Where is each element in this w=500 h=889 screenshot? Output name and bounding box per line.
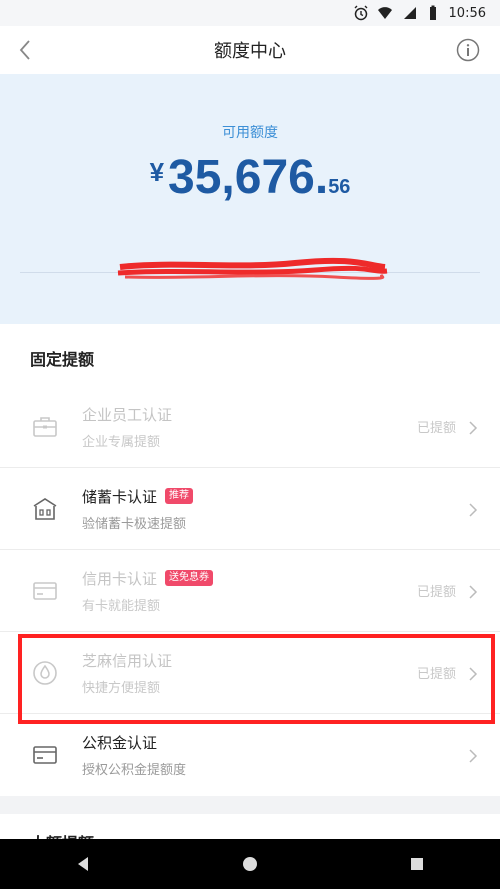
nav-bar: 额度中心	[0, 26, 500, 74]
item-subtitle: 验储蓄卡极速提额	[82, 516, 187, 532]
item-title: 企业员工认证	[82, 405, 173, 424]
system-nav-bar	[0, 839, 500, 889]
credit-summary: 可用额度 ¥ 35,676. 56	[0, 74, 500, 324]
amount-main: 35,676.	[168, 151, 329, 204]
item-subtitle: 企业专属提额	[82, 434, 161, 450]
available-credit-amount: ¥ 35,676. 56	[0, 150, 500, 205]
chevron-right-icon	[466, 502, 480, 517]
chevron-right-icon	[466, 420, 480, 435]
list-item-debit-card-auth[interactable]: 储蓄卡认证 推荐 验储蓄卡极速提额	[0, 468, 500, 550]
list-item-enterprise-auth[interactable]: 企业员工认证 企业专属提额 已提额	[0, 386, 500, 468]
item-title: 芝麻信用认证	[82, 651, 173, 670]
wifi-icon	[377, 5, 393, 21]
item-status: 已提额	[416, 667, 456, 682]
item-title: 储蓄卡认证	[82, 487, 158, 506]
chevron-right-icon	[466, 666, 480, 681]
page-title: 额度中心	[214, 41, 286, 62]
chevron-right-icon	[466, 748, 480, 763]
list-item-housing-fund-auth[interactable]: 公积金认证 授权公积金提额度	[0, 714, 500, 796]
amount-decimal: 56	[328, 176, 351, 198]
signal-icon	[401, 5, 417, 21]
list-item-credit-card-auth[interactable]: 信用卡认证 送免息券 有卡就能提额 已提额	[0, 550, 500, 632]
available-credit-label: 可用额度	[222, 125, 278, 141]
info-icon[interactable]	[456, 38, 480, 62]
item-title: 公积金认证	[82, 734, 158, 752]
currency-symbol: ¥	[149, 157, 165, 187]
briefcase-icon	[30, 412, 60, 442]
status-bar: 10:56	[0, 0, 500, 26]
item-subtitle: 授权公积金提额度	[82, 763, 187, 778]
item-subtitle: 快捷方便提额	[82, 680, 161, 696]
item-status: 已提额	[416, 421, 456, 436]
item-subtitle: 有卡就能提额	[82, 598, 161, 614]
sesame-icon	[30, 658, 60, 688]
item-status: 已提额	[416, 585, 456, 600]
fund-card-icon	[30, 740, 60, 770]
alarm-icon	[353, 5, 369, 21]
credit-card-icon	[30, 576, 60, 606]
home-circle-icon[interactable]	[238, 852, 262, 876]
list-item-sesame-credit-auth[interactable]: 芝麻信用认证 快捷方便提额 已提额	[0, 632, 500, 714]
item-title: 信用卡认证	[82, 569, 158, 588]
chevron-right-icon	[466, 584, 480, 599]
chevron-left-icon[interactable]	[14, 38, 38, 62]
fixed-increase-section: 固定提额 企业员工认证 企业专属提额 已提额 储蓄卡认证 推荐 验储蓄卡极速提额	[0, 324, 500, 796]
redaction-scribble	[117, 257, 388, 280]
recommend-badge: 推荐	[165, 488, 194, 504]
battery-icon	[425, 5, 441, 21]
section-title: 固定提额	[30, 350, 95, 369]
status-time: 10:56	[448, 5, 486, 21]
back-triangle-icon[interactable]	[71, 852, 95, 876]
coupon-badge: 送免息券	[165, 570, 214, 586]
recents-square-icon[interactable]	[405, 852, 429, 876]
bank-building-icon	[30, 494, 60, 524]
